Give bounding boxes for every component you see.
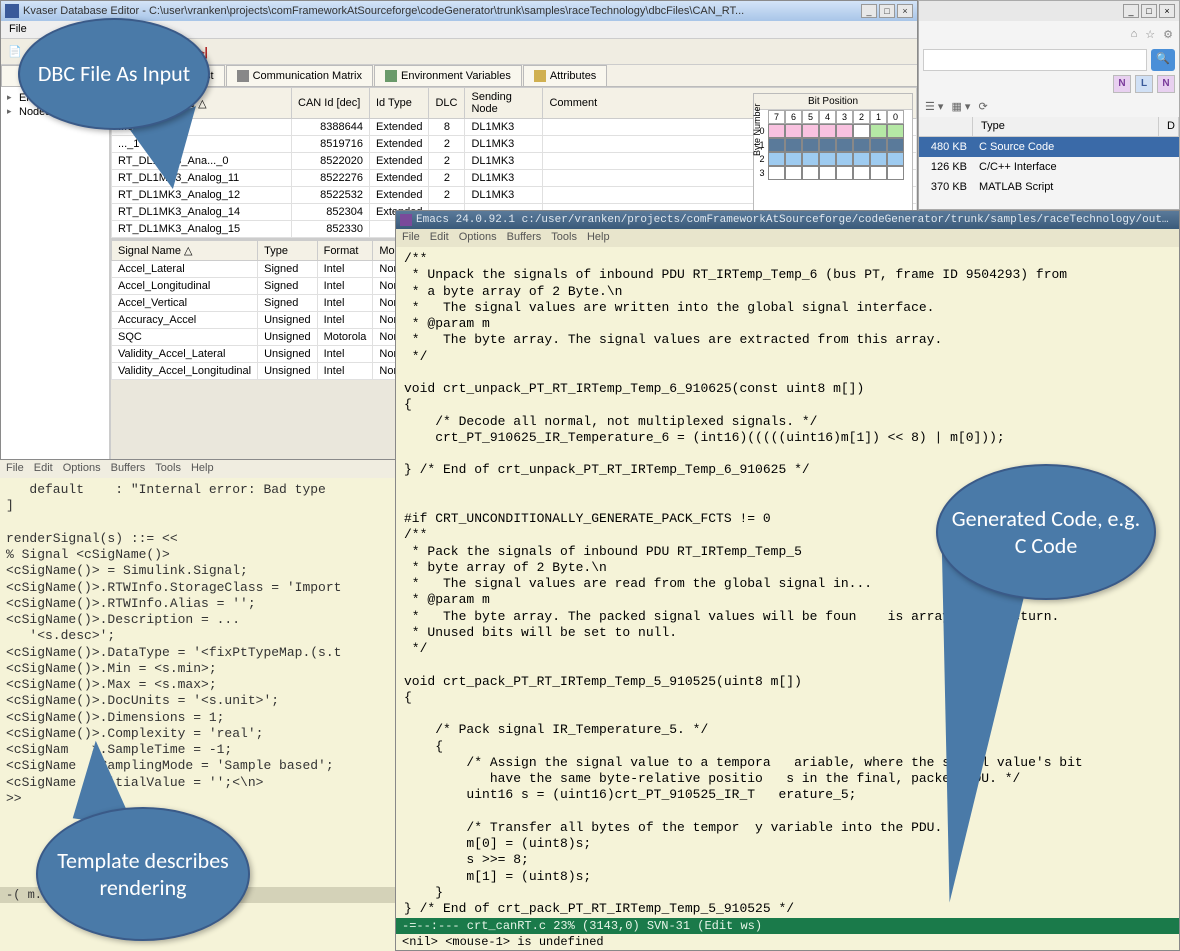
col-sig-name[interactable]: Signal Name △ [112,241,258,261]
table-row[interactable]: Accel_LateralSignedIntelNorm [112,261,413,278]
emacs-menu-edit[interactable]: Edit [34,462,53,476]
emacs-r-menu-buffers[interactable]: Buffers [507,231,542,245]
emacs-r-menu-tools[interactable]: Tools [551,231,577,245]
emacs-menu-file[interactable]: File [6,462,24,476]
home-icon[interactable]: ⌂ [1131,28,1138,40]
col-idtype[interactable]: Id Type [370,88,429,119]
fp-tab-n1[interactable]: N [1113,75,1131,93]
list-view-icon[interactable]: ☰ ▾ [925,100,943,113]
emacs-left-menubar: File Edit Options Buffers Tools Help [0,460,395,478]
fp-col-d[interactable]: D [1159,117,1179,136]
tab-attributes-label: Attributes [550,70,596,82]
refresh-icon[interactable]: ⟳ [978,100,987,113]
emacs-menu-buffers[interactable]: Buffers [111,462,146,476]
tab-commmatrix-label: Communication Matrix [253,70,362,82]
fp-col-size[interactable] [919,117,973,136]
table-row[interactable]: Validity_Accel_LongitudinalUnsignedIntel… [112,363,413,380]
file-explorer-panel: _ □ × ⌂ ☆ ⚙ 🔍 N L N ☰ ▾ ▦ ▾ ⟳ Type D 480… [918,0,1180,210]
signal-table: Signal Name △ Type Format Mo Accel_Later… [111,240,413,380]
col-sending[interactable]: Sending Node [465,88,543,119]
envvar-icon [385,70,397,82]
menu-file[interactable]: File [9,23,27,36]
fp-min-button[interactable]: _ [1123,4,1139,18]
table-row[interactable]: Accel_LongitudinalSignedIntelNorm [112,278,413,295]
tab-envvars-label: Environment Variables [401,70,511,82]
callout-template: Template describes rendering [36,807,250,941]
col-dlc[interactable]: DLC [429,88,465,119]
fp-col-type[interactable]: Type [973,117,1159,136]
byte-number-label: Byte Number [752,103,762,156]
callout-dbc-input: DBC File As Input [18,18,210,130]
callout-generated-code: Generated Code, e.g. C Code [936,464,1156,600]
fp-max-button[interactable]: □ [1141,4,1157,18]
emacs-icon [400,214,412,226]
emacs-right-title: Emacs 24.0.92.1 c:/user/vranken/projects… [416,214,1175,226]
col-sig-format[interactable]: Format [317,241,373,261]
app-icon [5,4,19,18]
emacs-right-minibuffer: <nil> <mouse-1> is undefined [396,934,1179,950]
list-item[interactable]: 126 KBC/C++ Interface [919,157,1179,177]
table-row[interactable]: Accuracy_AccelUnsignedIntelNorm [112,312,413,329]
table-row[interactable]: SQCUnsignedMotorolaNorm [112,329,413,346]
emacs-right-titlebar: Emacs 24.0.92.1 c:/user/vranken/projects… [396,211,1179,229]
maximize-button[interactable]: □ [879,4,895,18]
fp-tab-n2[interactable]: N [1157,75,1175,93]
kvaser-title: Kvaser Database Editor - C:\user\vranken… [23,5,861,17]
table-row[interactable]: Validity_Accel_LateralUnsignedIntelNorm [112,346,413,363]
col-canid[interactable]: CAN Id [dec] [292,88,370,119]
kvaser-titlebar: Kvaser Database Editor - C:\user\vranken… [1,1,917,21]
matrix-icon [237,70,249,82]
emacs-r-menu-options[interactable]: Options [459,231,497,245]
tab-envvars[interactable]: Environment Variables [374,65,522,86]
col-sig-type[interactable]: Type [258,241,317,261]
attr-icon [534,70,546,82]
emacs-r-menu-help[interactable]: Help [587,231,610,245]
bitpos-title: Bit Position [754,94,912,110]
table-row[interactable]: Accel_VerticalSignedIntelNorm [112,295,413,312]
fp-tab-l[interactable]: L [1135,75,1153,93]
emacs-right-menubar: File Edit Options Buffers Tools Help [396,229,1179,247]
list-item[interactable]: 370 KBMATLAB Script [919,177,1179,197]
list-item[interactable]: 480 KBC Source Code [919,137,1179,157]
emacs-right-status: -=--:--- crt_canRT.c 23% (3143,0) SVN-31… [396,918,1179,934]
gear-icon[interactable]: ⚙ [1163,28,1173,41]
emacs-r-menu-file[interactable]: File [402,231,420,245]
search-button[interactable]: 🔍 [1151,49,1175,71]
tree-pane: Environm Nodes [1,87,111,459]
tab-attributes[interactable]: Attributes [523,65,607,86]
close-button[interactable]: × [897,4,913,18]
grid-view-icon[interactable]: ▦ ▾ [951,100,970,113]
minimize-button[interactable]: _ [861,4,877,18]
path-input[interactable] [923,49,1147,71]
star-icon[interactable]: ☆ [1145,28,1155,41]
emacs-menu-help[interactable]: Help [191,462,214,476]
emacs-left-content[interactable]: default : "Internal error: Bad type ] re… [0,478,395,811]
emacs-menu-options[interactable]: Options [63,462,101,476]
emacs-menu-tools[interactable]: Tools [155,462,181,476]
emacs-r-menu-edit[interactable]: Edit [430,231,449,245]
tab-commmatrix[interactable]: Communication Matrix [226,65,373,86]
fp-close-button[interactable]: × [1159,4,1175,18]
